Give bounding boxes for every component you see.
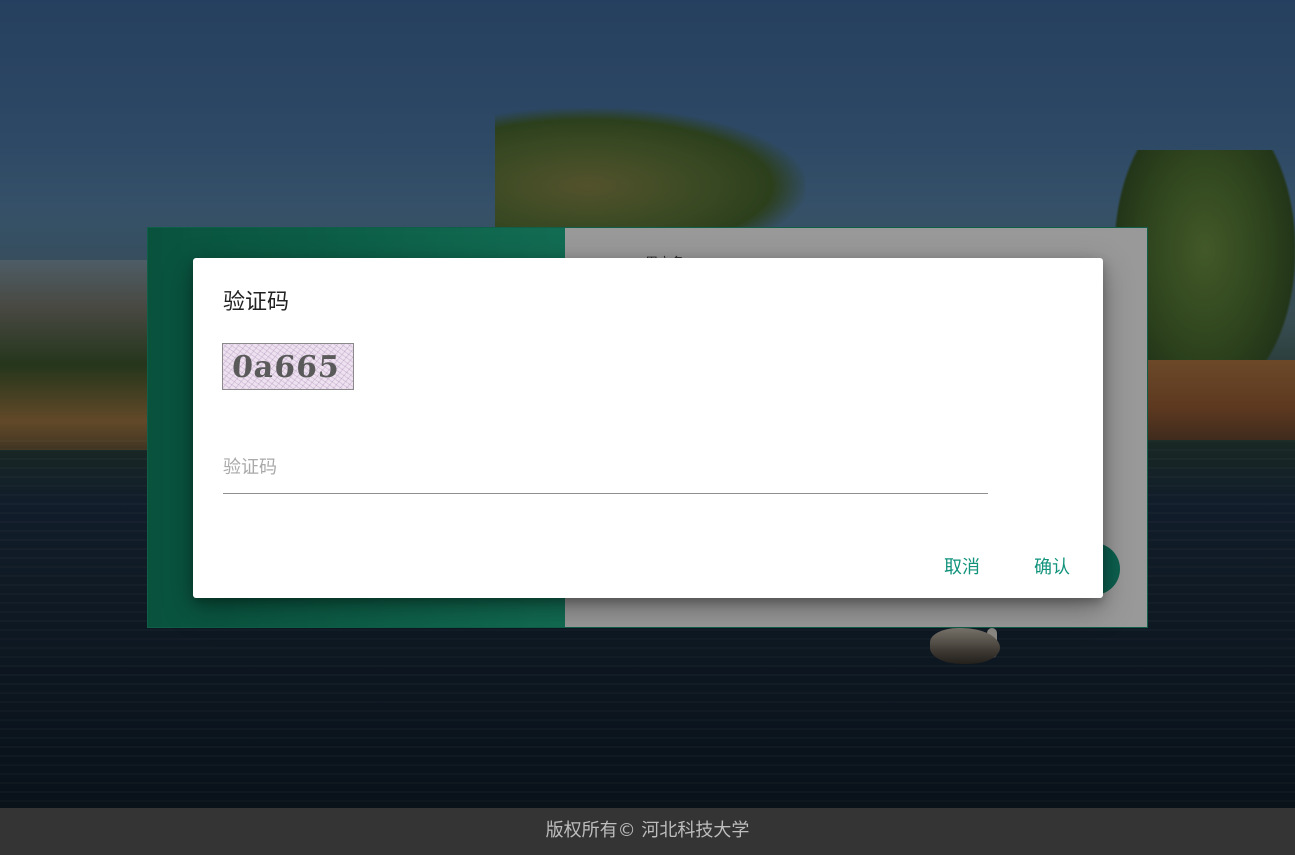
footer: 版权所有© 河北科技大学 (0, 808, 1295, 855)
captcha-field (223, 444, 988, 494)
background-photo: 用户名 验证码 0a665 取消 确认 (0, 0, 1295, 808)
captcha-input[interactable] (223, 450, 988, 484)
cancel-button[interactable]: 取消 (930, 550, 994, 586)
dialog-title: 验证码 (223, 290, 290, 315)
captcha-dialog: 验证码 0a665 取消 确认 (193, 258, 1103, 598)
captcha-image[interactable]: 0a665 (222, 343, 354, 390)
copyright-text: 版权所有© 河北科技大学 (545, 820, 750, 841)
confirm-button[interactable]: 确认 (1020, 550, 1084, 586)
captcha-image-text: 0a665 (230, 350, 342, 385)
